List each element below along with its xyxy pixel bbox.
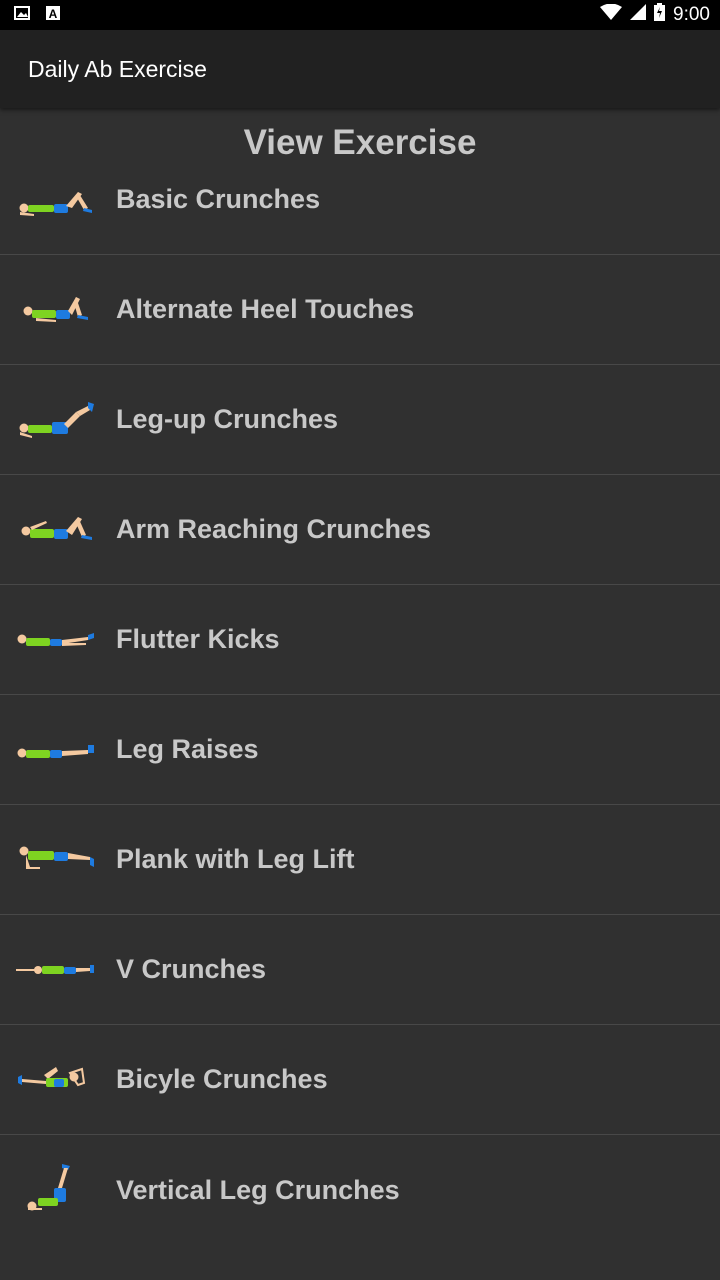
basic-crunches-icon — [14, 183, 98, 223]
list-item-label: Bicyle Crunches — [116, 1064, 328, 1094]
list-item[interactable]: Flutter Kicks — [0, 585, 720, 695]
list-item-label: Vertical Leg Crunches — [116, 1174, 400, 1205]
app-bar: Daily Ab Exercise — [0, 30, 720, 108]
list-item[interactable]: Alternate Heel Touches — [0, 255, 720, 365]
list-item-label: Plank with Leg Lift — [116, 844, 355, 874]
list-item-label: V Crunches — [116, 954, 267, 984]
vertical-leg-crunches-icon — [14, 1164, 98, 1211]
status-bar: A 9:00 — [0, 0, 720, 30]
list-item[interactable]: Basic Crunches — [0, 178, 720, 255]
wifi-icon — [600, 3, 623, 26]
page-title: View Exercise — [243, 123, 477, 162]
content: View Exercise Basic Crunches Alternate H… — [0, 108, 720, 1245]
list-item[interactable]: Plank with Leg Lift — [0, 805, 720, 915]
signal-icon — [630, 4, 647, 26]
flutter-kicks-icon — [14, 620, 98, 660]
app-title: Daily Ab Exercise — [28, 55, 207, 82]
list-item[interactable]: Leg-up Crunches — [0, 365, 720, 475]
list-item-label: Alternate Heel Touches — [116, 294, 415, 324]
svg-text:A: A — [49, 7, 58, 20]
bicycle-crunches-icon — [14, 1060, 98, 1100]
exercise-list: Basic Crunches Alternate Heel Touches Le… — [0, 178, 720, 1245]
list-item-label: Arm Reaching Crunches — [116, 514, 432, 544]
list-item[interactable]: Leg Raises — [0, 695, 720, 805]
list-item-label: Leg Raises — [116, 734, 259, 764]
list-item[interactable]: V Crunches — [0, 915, 720, 1025]
list-item-label: Flutter Kicks — [116, 624, 280, 654]
list-item-label: Leg-up Crunches — [116, 404, 339, 434]
list-item-label: Basic Crunches — [116, 184, 321, 214]
image-icon — [14, 5, 30, 25]
leg-up-crunches-icon — [14, 400, 98, 440]
v-crunches-icon — [14, 950, 98, 990]
a-icon: A — [46, 5, 60, 25]
arm-reaching-crunches-icon — [14, 510, 98, 550]
leg-raises-icon — [14, 730, 98, 770]
clock: 9:00 — [673, 4, 710, 25]
list-item[interactable]: Vertical Leg Crunches — [0, 1135, 720, 1245]
battery-icon — [654, 3, 666, 27]
plank-with-leg-lift-icon — [14, 840, 98, 880]
alternate-heel-touches-icon — [14, 290, 98, 330]
list-item[interactable]: Arm Reaching Crunches — [0, 475, 720, 585]
list-item[interactable]: Bicyle Crunches — [0, 1025, 720, 1135]
